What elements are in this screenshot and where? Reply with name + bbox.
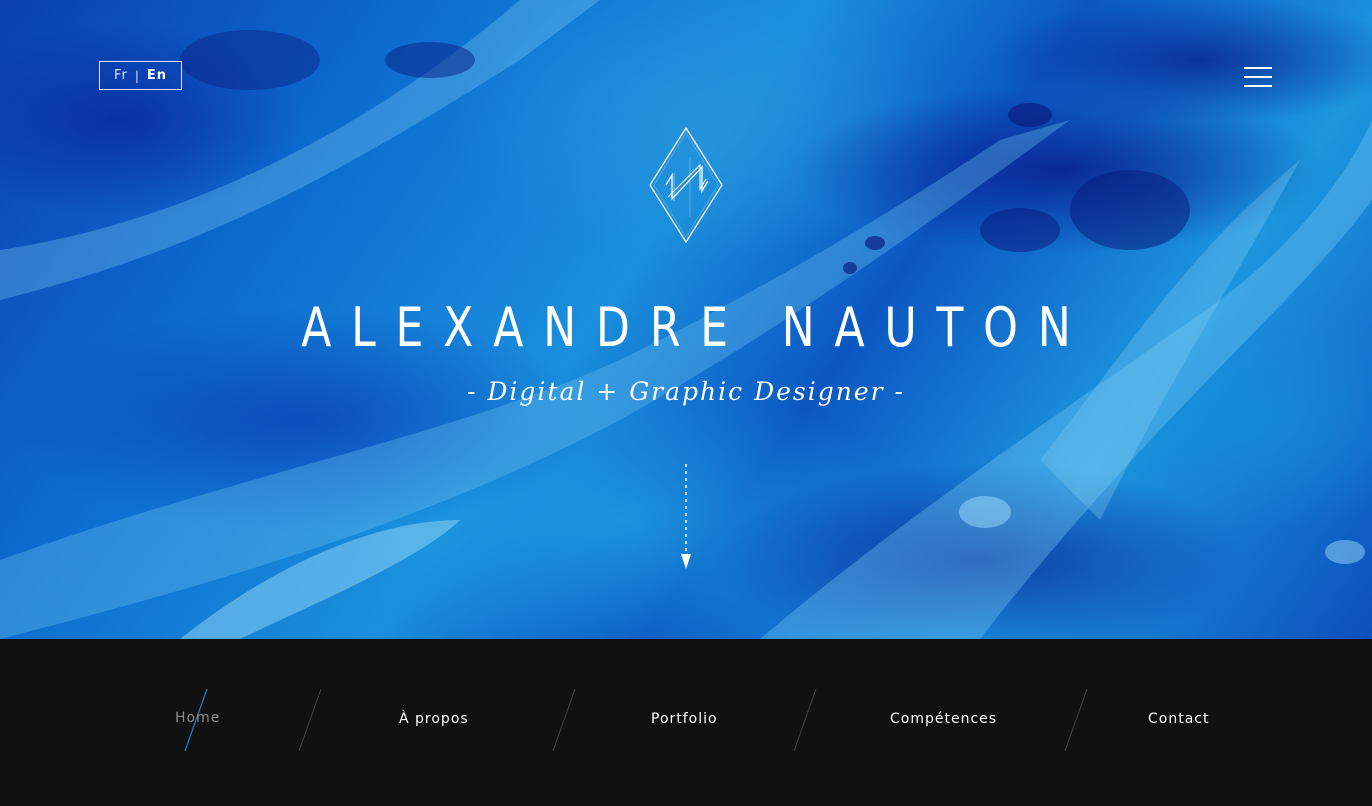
- menu-bar-top: [1244, 67, 1272, 69]
- nav-item-competences[interactable]: Compétences: [890, 709, 997, 729]
- language-separator: |: [134, 68, 140, 83]
- language-option-en[interactable]: En: [147, 68, 167, 83]
- nav-divider: [552, 689, 576, 751]
- dotted-arrow-down-icon[interactable]: [678, 462, 694, 572]
- menu-bar-bottom: [1244, 85, 1272, 87]
- nav-divider: [298, 689, 322, 751]
- hero-title: ALEXANDRE NAUTON: [301, 296, 1091, 359]
- nav-divider: [1064, 689, 1088, 751]
- nav-divider: [793, 689, 817, 751]
- diamond-monogram-logo[interactable]: [648, 127, 724, 243]
- hero-subtitle: - Digital + Graphic Designer -: [466, 377, 905, 406]
- footer-navigation: Home À propos Portfolio Compétences Cont…: [0, 639, 1372, 806]
- nav-item-home[interactable]: Home: [175, 708, 220, 728]
- nav-item-contact[interactable]: Contact: [1148, 709, 1209, 729]
- nav-item-portfolio[interactable]: Portfolio: [651, 709, 718, 729]
- nav-item-a-propos[interactable]: À propos: [399, 709, 469, 729]
- hamburger-menu-icon[interactable]: [1244, 67, 1272, 87]
- menu-bar-middle: [1244, 76, 1272, 78]
- language-switcher[interactable]: Fr | En: [99, 61, 182, 90]
- language-option-fr[interactable]: Fr: [114, 68, 128, 83]
- hero-section: Fr | En ALEXANDRE NAUTON - Digital + Gra…: [0, 0, 1372, 639]
